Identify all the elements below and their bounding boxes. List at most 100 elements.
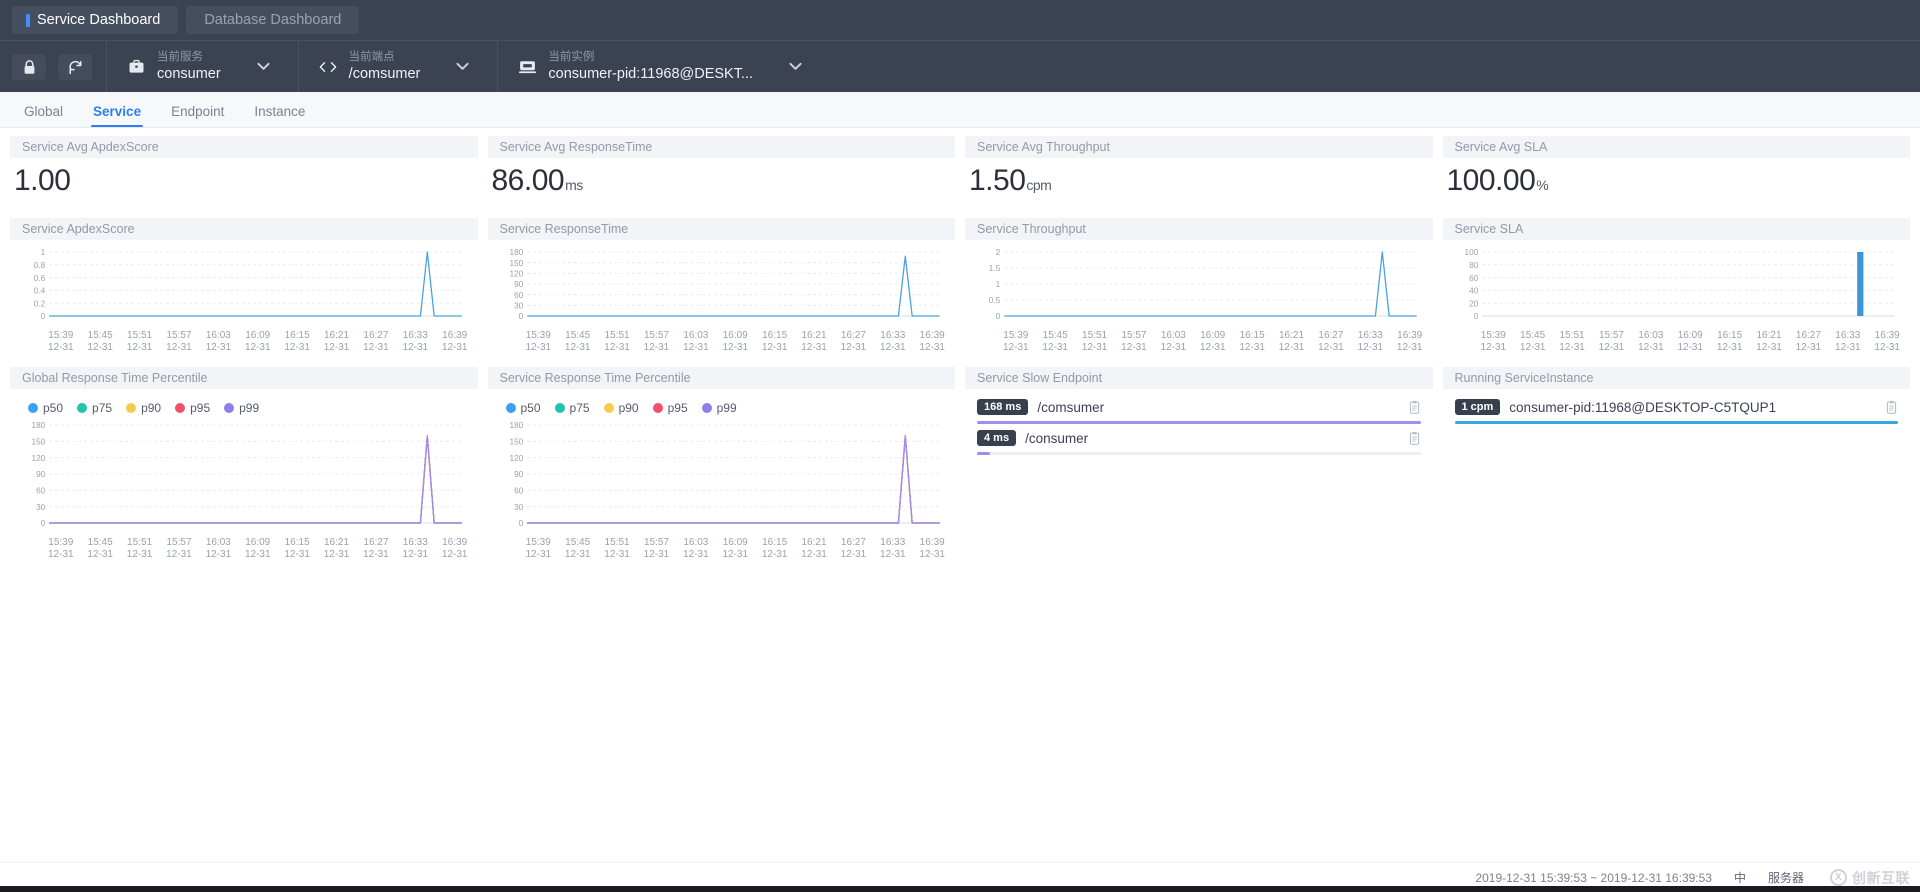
x-tick-label: 16:15 12-31 <box>761 330 788 353</box>
legend-label: p99 <box>716 401 737 415</box>
watermark: X 创新互联 <box>1830 868 1910 888</box>
metric-card-throughput: Service Avg Throughput 1.50cpm <box>965 136 1433 218</box>
y-tick-label: 0 <box>518 518 523 528</box>
legend-item-p90[interactable]: p90 <box>126 401 161 415</box>
x-tick-label: 16:21 12-31 <box>323 330 350 353</box>
chart-card-throughput-title: Service Throughput <box>965 218 1433 240</box>
legend-item-p99[interactable]: p99 <box>224 401 259 415</box>
metric-card-responsetime: Service Avg ResponseTime 86.00ms <box>487 136 955 218</box>
list-item[interactable]: 168 ms/comsumer <box>975 393 1423 424</box>
sla-plot: 100 80 60 40 20 0 <box>1464 247 1895 321</box>
x-tick-label: 16:03 12-31 <box>205 537 232 560</box>
legend-item-p95[interactable]: p95 <box>175 401 210 415</box>
list-item[interactable]: 1 cpm consumer-pid:11968@DESKTOP-C5TQUP1 <box>1453 393 1901 424</box>
legend-label: p50 <box>520 401 541 415</box>
chevron-down-icon[interactable] <box>257 60 270 74</box>
metric-card-sla: Service Avg SLA 100.00% <box>1442 136 1910 218</box>
copy-icon[interactable] <box>1885 400 1898 415</box>
lock-button[interactable] <box>12 54 46 80</box>
tab-instance[interactable]: Instance <box>240 104 319 127</box>
copy-icon[interactable] <box>1408 400 1421 415</box>
apdex-chart[interactable]: 1 0.8 0.6 0.4 0.2 0 <box>20 244 468 328</box>
endpoint-selector-value: /comsumer <box>348 65 421 82</box>
metrics-row: Service Avg ApdexScore 1.00 Service Avg … <box>10 136 1910 218</box>
x-tick-label: 16:21 12-31 <box>801 330 827 353</box>
legend-dot-p75-icon <box>77 403 88 413</box>
chevron-down-icon[interactable] <box>789 60 802 74</box>
tab-database-dashboard[interactable]: Database Dashboard <box>186 6 360 34</box>
y-tick-label: 1.5 <box>989 263 1001 273</box>
legend-label: p99 <box>239 401 260 415</box>
slow-endpoint-list: 168 ms/comsumer 4 ms/consumer <box>965 389 1433 461</box>
legend-item-p75[interactable]: p75 <box>77 401 112 415</box>
language-toggle[interactable]: 中 <box>1734 869 1746 886</box>
metric-card-sla-value: 100.00% <box>1446 164 1549 197</box>
legend-item-p50[interactable]: p50 <box>28 401 63 415</box>
lock-icon <box>24 59 34 74</box>
y-tick-label: 2 <box>996 247 1001 257</box>
instance-selector[interactable]: 当前实例 consumer-pid:11968@DESKT... <box>497 41 818 92</box>
y-tick-label: 90 <box>514 279 524 289</box>
tab-service[interactable]: Service <box>79 104 155 127</box>
list-item-line: 1 cpm consumer-pid:11968@DESKTOP-C5TQUP1 <box>1454 399 1899 415</box>
y-tick-label: 60 <box>36 485 46 495</box>
x-tick-label: 16:15 12-31 <box>761 537 788 560</box>
tab-global[interactable]: Global <box>10 104 77 127</box>
y-tick-label: 0 <box>41 311 46 321</box>
x-tick-label: 16:33 12-31 <box>402 537 429 560</box>
x-tick-label: 15:45 12-31 <box>87 537 113 560</box>
service_percentile-plot: 180 150 120 90 60 30 0 <box>509 420 940 528</box>
y-tick-label: 80 <box>1469 260 1479 270</box>
x-tick-label: 15:57 12-31 <box>1598 330 1625 353</box>
sla-chart-xaxis: 15:39 12-31 15:45 12-31 15:51 12-31 15:57 12-31… <box>1453 328 1901 353</box>
x-tick-label: 16:15 12-31 <box>1716 330 1743 353</box>
status-badge: 4 ms <box>977 430 1017 446</box>
legend-label: p90 <box>141 401 162 415</box>
x-tick-label: 16:39 12-31 <box>441 330 468 353</box>
legend-item-p75[interactable]: p75 <box>554 401 590 415</box>
chart-card-apdex-title: Service ApdexScore <box>10 218 478 240</box>
refresh-button[interactable] <box>58 54 92 80</box>
metric-card-throughput-title: Service Avg Throughput <box>965 136 1433 158</box>
series-line <box>49 435 462 524</box>
endpoint-selector[interactable]: 当前端点 /comsumer <box>297 41 486 92</box>
legend-item-p95[interactable]: p95 <box>652 401 688 415</box>
sla-chart[interactable]: 100 80 60 40 20 0 <box>1453 244 1901 328</box>
metric-unit: % <box>1536 177 1549 193</box>
throughput-chart[interactable]: 2 1.5 1 0.5 0 <box>975 244 1423 328</box>
list-item[interactable]: 4 ms/consumer <box>975 424 1423 455</box>
global-percentile-chart[interactable]: 180 150 120 90 60 30 0 <box>20 417 468 535</box>
x-tick-label: 16:09 12-31 <box>722 330 749 353</box>
progress-track <box>1454 421 1898 424</box>
x-tick-label: 16:21 12-31 <box>323 537 350 560</box>
y-tick-label: 0 <box>996 311 1001 321</box>
x-tick-label: 16:03 12-31 <box>205 330 232 353</box>
service-percentile-chart[interactable]: 180 150 120 90 60 30 0 <box>498 417 946 535</box>
chart-card-responsetime: Service ResponseTime 180 150 120 90 60 30 0 15… <box>487 218 955 367</box>
responsetime-chart[interactable]: 180 150 120 90 60 30 0 <box>498 244 946 328</box>
x-tick-label: 16:33 12-31 <box>1357 330 1384 353</box>
tab-service-dashboard[interactable]: Service Dashboard <box>12 6 179 34</box>
legend-label: p95 <box>190 401 211 415</box>
y-tick-label: 100 <box>1464 247 1478 257</box>
legend-item-p90[interactable]: p90 <box>603 401 639 415</box>
x-tick-label: 16:27 12-31 <box>363 330 389 353</box>
x-tick-label: 16:21 12-31 <box>801 537 827 560</box>
metric-card-apdex-title: Service Avg ApdexScore <box>10 136 478 158</box>
apdex-plot: 1 0.8 0.6 0.4 0.2 0 <box>34 247 462 321</box>
y-tick-label: 0.5 <box>989 295 1001 305</box>
service-selector[interactable]: 当前服务 consumer <box>106 41 286 92</box>
copy-icon[interactable] <box>1408 431 1421 446</box>
legend-item-p50[interactable]: p50 <box>505 401 541 415</box>
server-label[interactable]: 服务器 <box>1768 869 1804 886</box>
y-tick-label: 0 <box>518 311 523 321</box>
global-percentile-chart-xaxis: 15:39 12-31 15:45 12-31 15:51 12-31 15:57 12-31… <box>20 535 468 560</box>
x-tick-label: 16:15 12-31 <box>284 537 310 560</box>
running-instance-list: 1 cpm consumer-pid:11968@DESKTOP-C5TQUP1 <box>1443 389 1911 430</box>
legend-item-p99[interactable]: p99 <box>701 401 737 415</box>
series-line <box>526 255 940 317</box>
dashboard-grid: Service Avg ApdexScore 1.00 Service Avg … <box>0 128 1920 574</box>
tab-endpoint[interactable]: Endpoint <box>157 104 238 127</box>
x-tick-label: 15:39 12-31 <box>1003 330 1029 353</box>
chevron-down-icon[interactable] <box>456 60 469 74</box>
